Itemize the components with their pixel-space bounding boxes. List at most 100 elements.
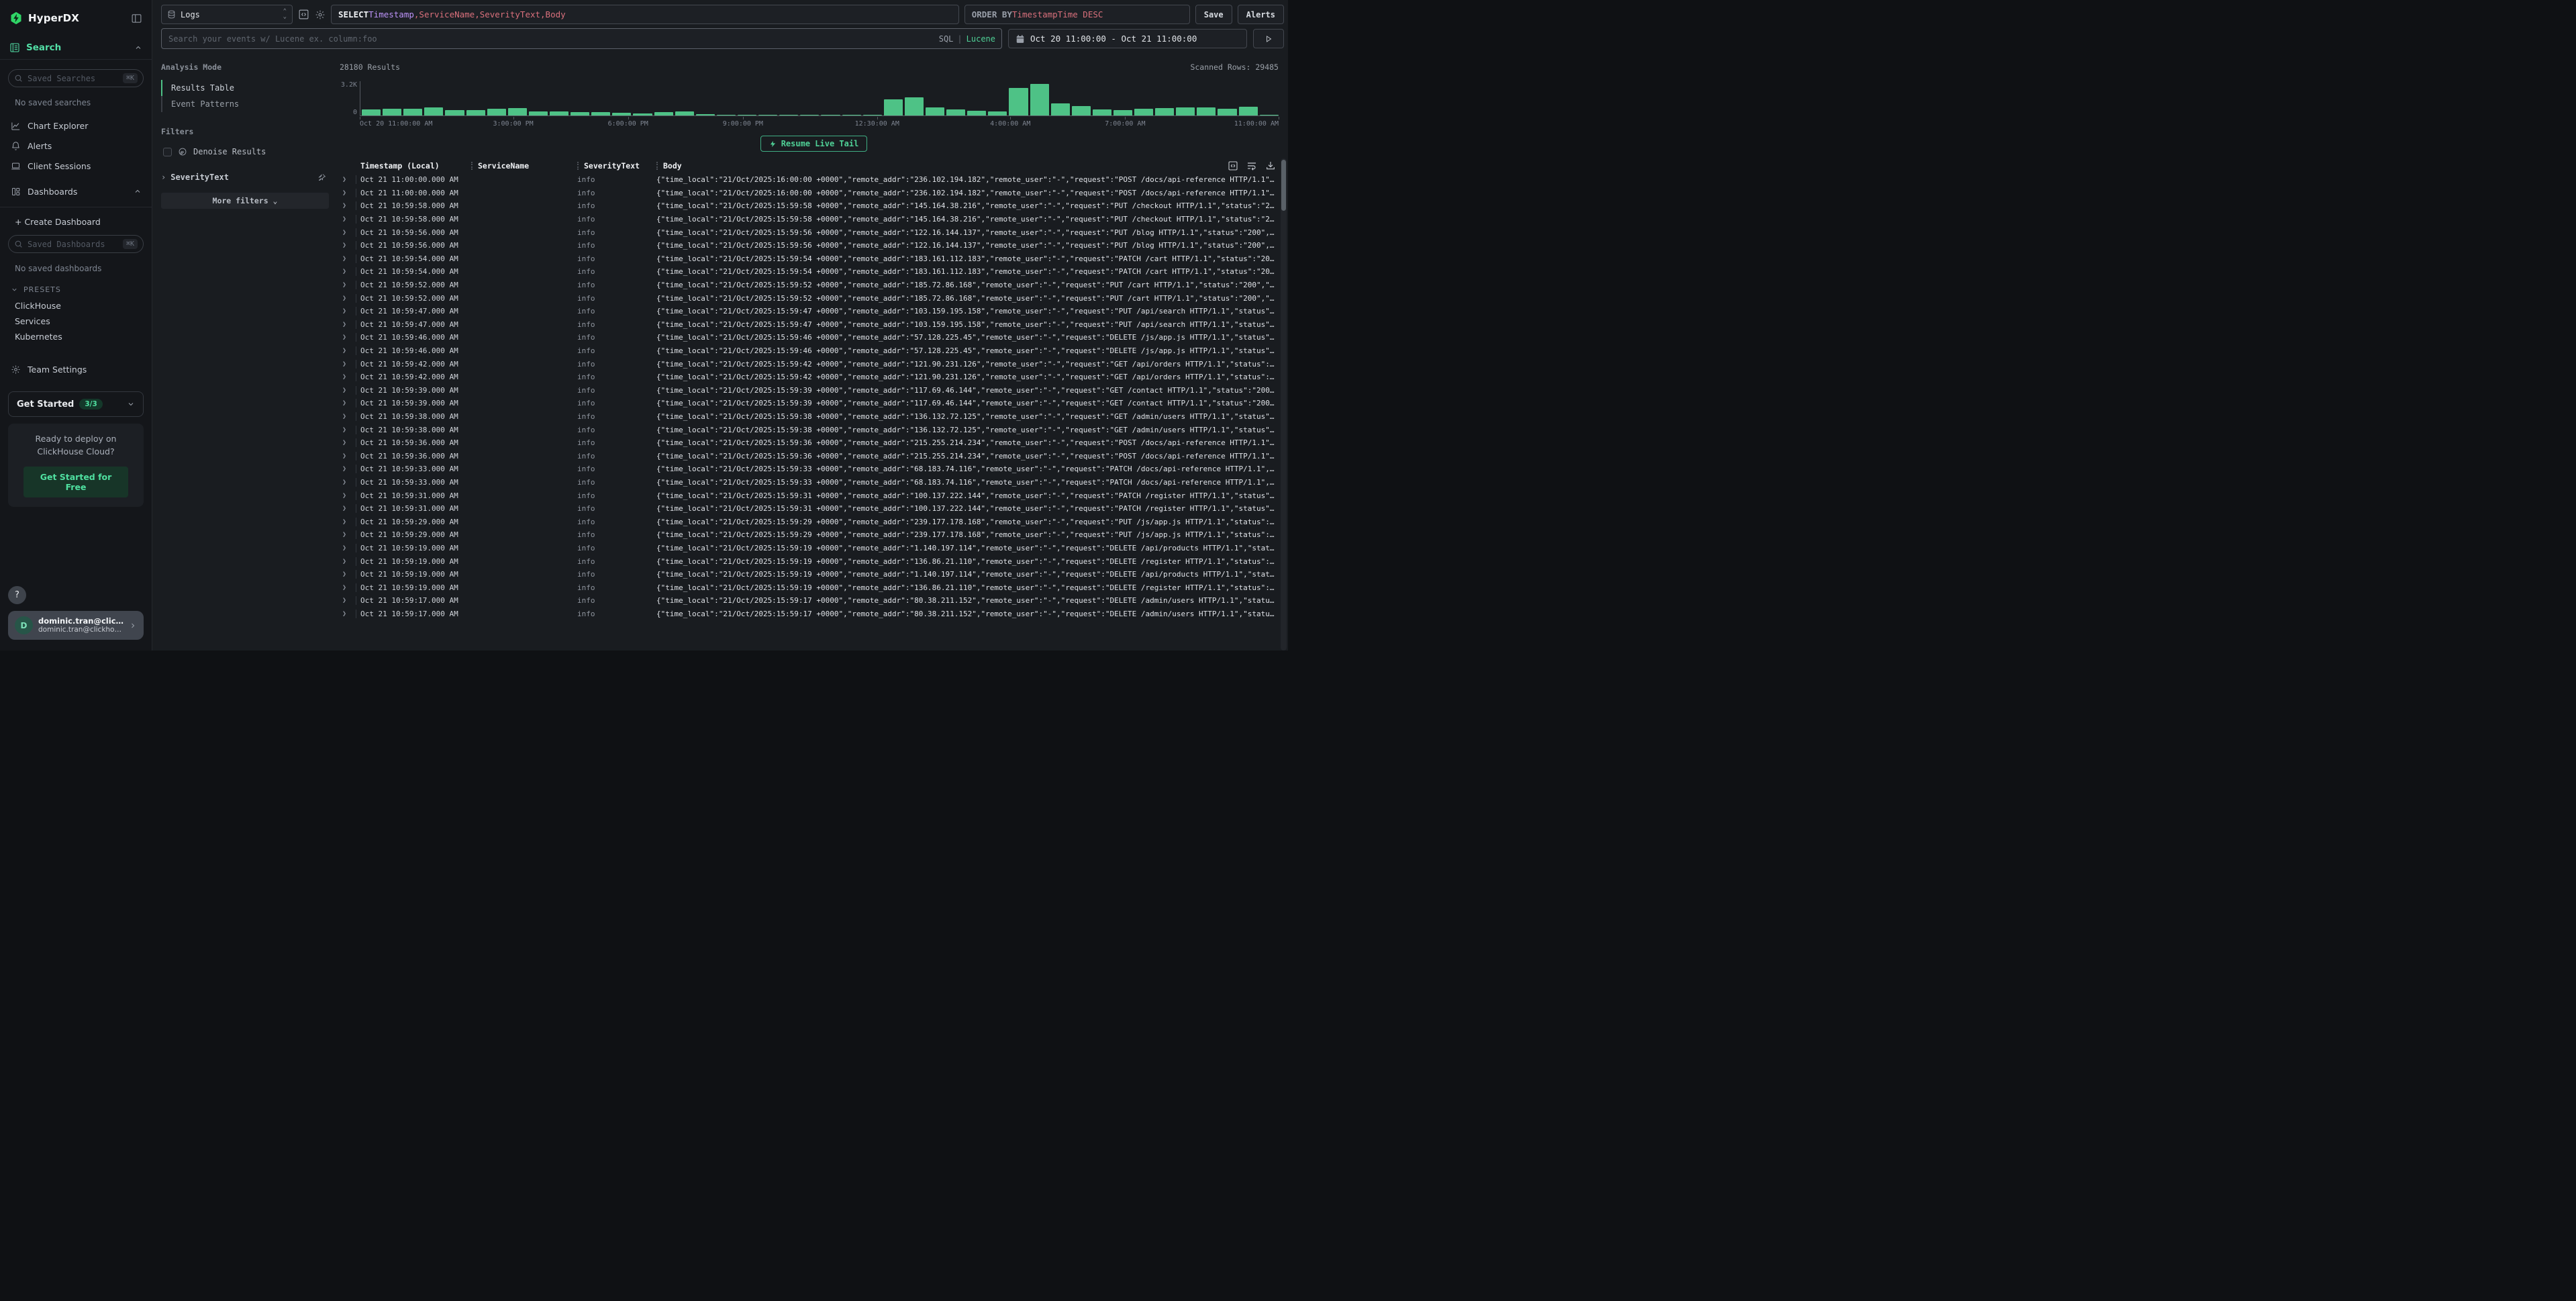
sidebar-item-alerts[interactable]: Alerts [8, 136, 144, 156]
log-row[interactable]: ❯Oct 21 10:59:31.000 AMinfo{"time_local"… [340, 502, 1276, 516]
row-expand-chevron[interactable]: ❯ [340, 373, 356, 381]
row-expand-chevron[interactable]: ❯ [340, 242, 356, 249]
row-expand-chevron[interactable]: ❯ [340, 426, 356, 434]
presets-toggle[interactable]: PRESETS [8, 281, 144, 298]
select-columns-input[interactable]: SELECT Timestamp ,ServiceName,SeverityTe… [331, 5, 959, 24]
user-menu[interactable]: D dominic.tran@clic… dominic.tran@clickh… [8, 611, 144, 640]
date-range-picker[interactable]: Oct 20 11:00:00 - Oct 21 11:00:00 [1008, 29, 1247, 48]
log-row[interactable]: ❯Oct 21 10:59:33.000 AMinfo{"time_local"… [340, 476, 1276, 489]
row-expand-chevron[interactable]: ❯ [340, 360, 356, 368]
log-row[interactable]: ❯Oct 21 10:59:36.000 AMinfo{"time_local"… [340, 436, 1276, 450]
log-row[interactable]: ❯Oct 21 10:59:54.000 AMinfo{"time_local"… [340, 265, 1276, 279]
settings-gear-icon[interactable] [315, 9, 326, 20]
log-row[interactable]: ❯Oct 21 11:00:00.000 AMinfo{"time_local"… [340, 173, 1276, 187]
log-row[interactable]: ❯Oct 21 10:59:42.000 AMinfo{"time_local"… [340, 357, 1276, 371]
preset-dashboard-clickhouse[interactable]: ClickHouse [8, 298, 144, 314]
denoise-results-toggle[interactable]: Denoise Results [161, 146, 329, 158]
orderby-input[interactable]: ORDER BY TimestampTime DESC [964, 5, 1190, 24]
row-expand-chevron[interactable]: ❯ [340, 558, 356, 565]
log-row[interactable]: ❯Oct 21 10:59:52.000 AMinfo{"time_local"… [340, 279, 1276, 292]
row-expand-chevron[interactable]: ❯ [340, 334, 356, 341]
resume-live-tail-button[interactable]: Resume Live Tail [760, 136, 868, 152]
sidebar-collapse-icon[interactable] [131, 13, 142, 24]
log-row[interactable]: ❯Oct 21 10:59:47.000 AMinfo{"time_local"… [340, 318, 1276, 332]
log-row[interactable]: ❯Oct 21 10:59:56.000 AMinfo{"time_local"… [340, 239, 1276, 252]
severity-filter-expander[interactable]: › SeverityText [161, 173, 329, 182]
log-row[interactable]: ❯Oct 21 11:00:00.000 AMinfo{"time_local"… [340, 187, 1276, 200]
preset-dashboard-services[interactable]: Services [8, 314, 144, 329]
mode-event-patterns[interactable]: Event Patterns [161, 96, 329, 112]
log-row[interactable]: ❯Oct 21 10:59:58.000 AMinfo{"time_local"… [340, 199, 1276, 213]
sidebar-item-dashboards[interactable]: Dashboards [8, 181, 144, 201]
row-expand-chevron[interactable]: ❯ [340, 268, 356, 275]
sidebar-item-search[interactable]: Search [0, 36, 152, 59]
saved-searches-field[interactable] [28, 74, 123, 83]
row-expand-chevron[interactable]: ❯ [340, 281, 356, 289]
row-expand-chevron[interactable]: ❯ [340, 584, 356, 591]
saved-dashboards-field[interactable] [28, 240, 123, 249]
row-expand-chevron[interactable]: ❯ [340, 610, 356, 618]
log-row[interactable]: ❯Oct 21 10:59:19.000 AMinfo{"time_local"… [340, 568, 1276, 581]
log-row[interactable]: ❯Oct 21 10:59:58.000 AMinfo{"time_local"… [340, 213, 1276, 226]
row-expand-chevron[interactable]: ❯ [340, 413, 356, 420]
download-icon[interactable] [1265, 160, 1276, 171]
run-query-button[interactable] [1253, 29, 1284, 48]
row-expand-chevron[interactable]: ❯ [340, 321, 356, 328]
search-input[interactable] [161, 28, 1002, 49]
log-row[interactable]: ❯Oct 21 10:59:17.000 AMinfo{"time_local"… [340, 608, 1276, 621]
source-select[interactable]: Logs ⌃⌄ [161, 5, 293, 24]
row-expand-chevron[interactable]: ❯ [340, 255, 356, 262]
help-button[interactable]: ? [8, 586, 26, 604]
mode-results-table[interactable]: Results Table [161, 80, 329, 96]
log-row[interactable]: ❯Oct 21 10:59:52.000 AMinfo{"time_local"… [340, 291, 1276, 305]
save-button[interactable]: Save [1195, 5, 1232, 24]
wrap-lines-icon[interactable] [1246, 160, 1257, 171]
row-expand-chevron[interactable]: ❯ [340, 439, 356, 446]
sidebar-item-chart-explorer[interactable]: Chart Explorer [8, 115, 144, 136]
edit-sql-icon[interactable] [298, 9, 309, 20]
log-row[interactable]: ❯Oct 21 10:59:17.000 AMinfo{"time_local"… [340, 594, 1276, 608]
pin-icon[interactable] [317, 173, 326, 182]
log-row[interactable]: ❯Oct 21 10:59:42.000 AMinfo{"time_local"… [340, 371, 1276, 384]
column-resize-handle[interactable] [577, 162, 579, 170]
log-row[interactable]: ❯Oct 21 10:59:38.000 AMinfo{"time_local"… [340, 410, 1276, 424]
row-expand-chevron[interactable]: ❯ [340, 399, 356, 407]
row-expand-chevron[interactable]: ❯ [340, 387, 356, 394]
denoise-checkbox[interactable] [163, 148, 172, 156]
preset-dashboard-kubernetes[interactable]: Kubernetes [8, 329, 144, 344]
row-expand-chevron[interactable]: ❯ [340, 597, 356, 604]
log-row[interactable]: ❯Oct 21 10:59:29.000 AMinfo{"time_local"… [340, 528, 1276, 542]
log-row[interactable]: ❯Oct 21 10:59:29.000 AMinfo{"time_local"… [340, 515, 1276, 528]
log-row[interactable]: ❯Oct 21 10:59:19.000 AMinfo{"time_local"… [340, 555, 1276, 568]
row-expand-chevron[interactable]: ❯ [340, 307, 356, 315]
log-row[interactable]: ❯Oct 21 10:59:19.000 AMinfo{"time_local"… [340, 581, 1276, 594]
log-row[interactable]: ❯Oct 21 10:59:39.000 AMinfo{"time_local"… [340, 397, 1276, 410]
row-expand-chevron[interactable]: ❯ [340, 505, 356, 512]
log-row[interactable]: ❯Oct 21 10:59:54.000 AMinfo{"time_local"… [340, 252, 1276, 266]
log-row[interactable]: ❯Oct 21 10:59:39.000 AMinfo{"time_local"… [340, 384, 1276, 397]
get-started-free-button[interactable]: Get Started for Free [23, 467, 129, 497]
saved-searches-input[interactable]: ⌘K [8, 69, 144, 87]
sidebar-item-client-sessions[interactable]: Client Sessions [8, 156, 144, 176]
scrollbar-thumb[interactable] [1281, 160, 1286, 211]
alerts-button[interactable]: Alerts [1238, 5, 1284, 24]
row-expand-chevron[interactable]: ❯ [340, 215, 356, 223]
row-expand-chevron[interactable]: ❯ [340, 544, 356, 552]
more-filters-button[interactable]: More filters ⌄ [161, 193, 329, 209]
log-row[interactable]: ❯Oct 21 10:59:38.000 AMinfo{"time_local"… [340, 423, 1276, 436]
row-expand-chevron[interactable]: ❯ [340, 492, 356, 499]
events-histogram[interactable]: 3.2K 0 Oct 20 11:00:00 AM3:00:00 PM6:00:… [340, 81, 1288, 128]
row-expand-chevron[interactable]: ❯ [340, 202, 356, 209]
column-resize-handle[interactable] [656, 162, 658, 170]
row-expand-chevron[interactable]: ❯ [340, 452, 356, 460]
row-expand-chevron[interactable]: ❯ [340, 465, 356, 473]
row-expand-chevron[interactable]: ❯ [340, 295, 356, 302]
view-source-icon[interactable] [1228, 160, 1238, 171]
sidebar-item-team-settings[interactable]: Team Settings [8, 359, 144, 379]
log-row[interactable]: ❯Oct 21 10:59:33.000 AMinfo{"time_local"… [340, 463, 1276, 476]
column-resize-handle[interactable] [471, 162, 473, 170]
log-row[interactable]: ❯Oct 21 10:59:36.000 AMinfo{"time_local"… [340, 449, 1276, 463]
saved-dashboards-input[interactable]: ⌘K [8, 235, 144, 253]
log-row[interactable]: ❯Oct 21 10:59:46.000 AMinfo{"time_local"… [340, 344, 1276, 358]
get-started-card[interactable]: Get Started 3/3 [8, 391, 144, 417]
